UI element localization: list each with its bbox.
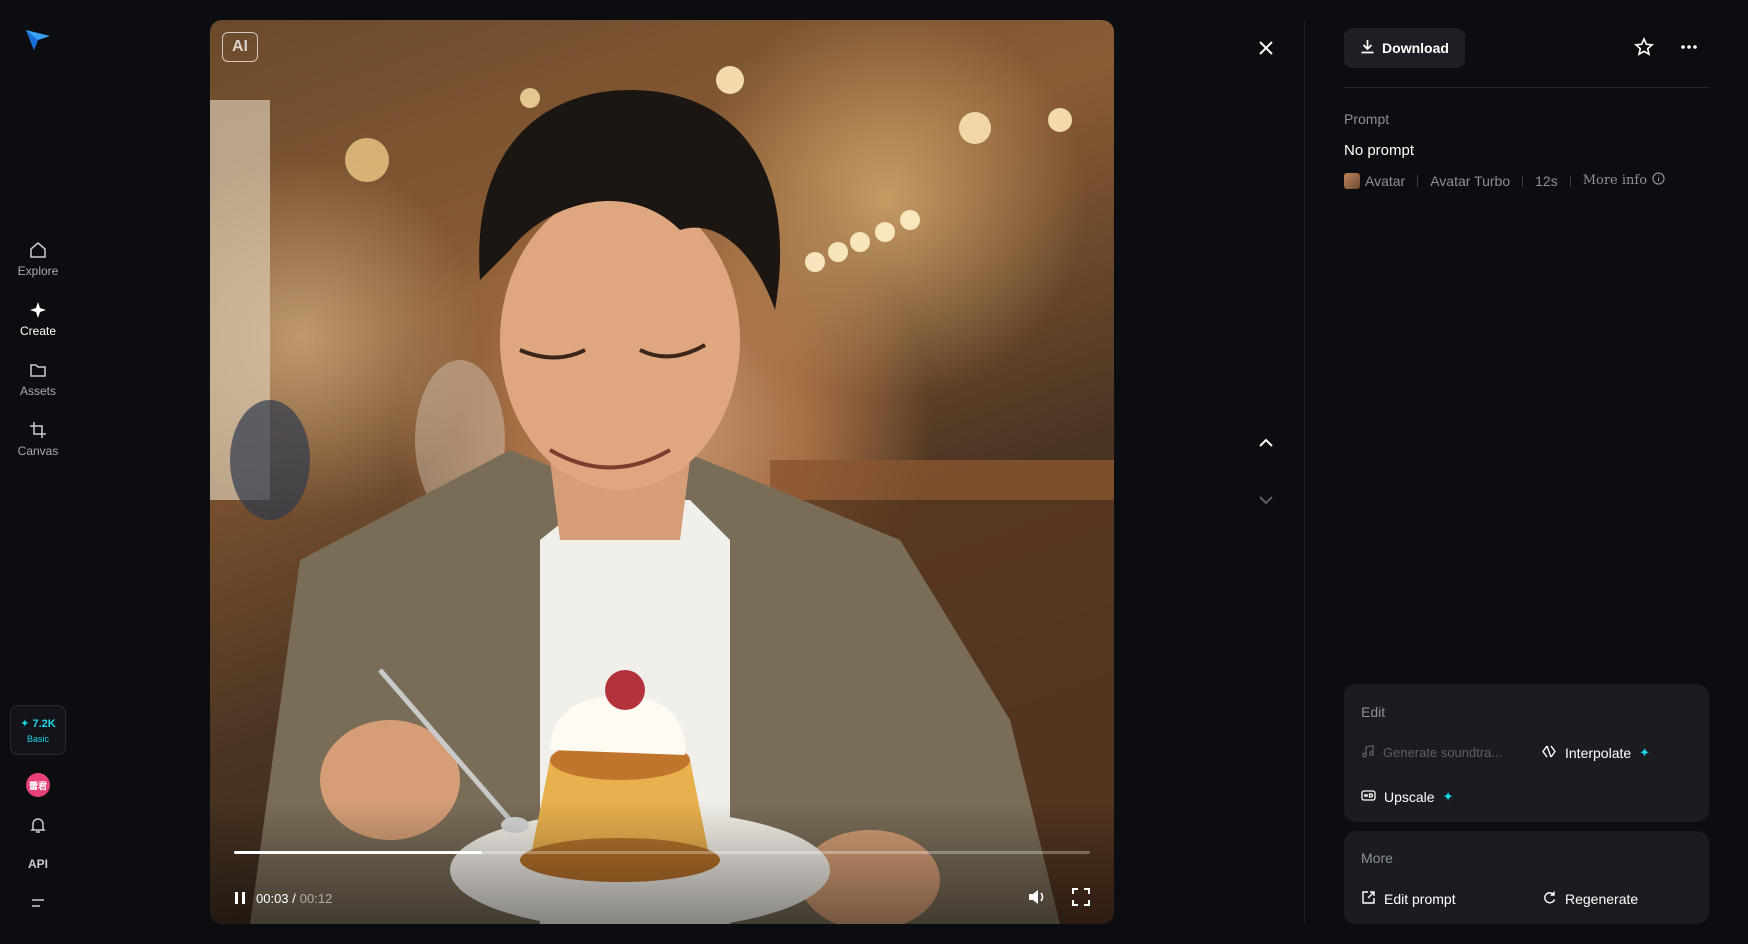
progress-fill [234,851,483,854]
nav-assets-label: Assets [19,384,56,398]
total-time: 00:12 [299,890,333,906]
progress-bar[interactable] [234,851,1090,854]
folder-icon [28,360,48,380]
ai-generated-badge: AI [222,32,258,62]
panel-divider [1304,20,1305,924]
music-note-icon [1361,744,1375,761]
pause-icon[interactable] [230,888,250,908]
upscale-button[interactable]: Upscale ✦ [1361,788,1454,806]
prompt-label: Prompt [1344,111,1390,127]
edit-prompt-label: Edit prompt [1384,891,1456,907]
fullscreen-icon[interactable] [1070,886,1092,908]
download-icon [1360,39,1375,57]
download-label: Download [1382,40,1449,56]
nav-canvas[interactable]: Canvas [0,420,76,472]
meta-separator [1522,174,1524,187]
regenerate-label: Regenerate [1565,891,1639,907]
home-icon [28,240,48,260]
interpolate-icon [1542,744,1557,762]
generation-meta: Avatar Avatar Turbo 12s More info [1344,172,1665,189]
sidebar: Explore Create Assets Canvas ✦ 7.2K Basi… [0,0,76,944]
regenerate-icon [1542,890,1557,908]
video-frame [210,66,1114,924]
playback-controls: 00:03 / 00:12 [230,886,332,910]
meta-separator [1569,174,1571,187]
sparkle-icon: ✦ [1639,745,1651,760]
more-card: More Edit prompt Regenerate [1344,831,1709,924]
download-button[interactable]: Download [1344,28,1465,68]
volume-icon[interactable] [1026,886,1048,908]
user-initials: 蕾君 [28,780,47,791]
meta-separator [1417,174,1419,187]
meta-duration: 12s [1535,172,1558,189]
nav-explore-label: Explore [17,264,59,278]
hd-icon [1361,788,1376,806]
user-avatar[interactable]: 蕾君 [26,773,50,797]
nav-create-label: Create [19,324,57,338]
generate-soundtrack-label: Generate soundtra... [1383,745,1503,760]
meta-model: Avatar Turbo [1430,172,1511,189]
generate-soundtrack-button[interactable]: Generate soundtra... [1361,744,1502,761]
credits-amount: ✦ 7.2K [20,717,56,730]
plan-label: Basic [26,733,49,744]
app-logo[interactable] [24,26,52,54]
more-options-icon[interactable] [1675,33,1703,61]
menu-icon[interactable] [28,893,48,913]
chevron-up-icon[interactable] [1252,429,1280,457]
nav-canvas-label: Canvas [17,444,59,458]
api-link[interactable]: API [22,857,54,871]
close-icon[interactable] [1252,34,1280,62]
nav-assets[interactable]: Assets [0,360,76,412]
sparkle-icon [28,300,48,320]
nav-explore[interactable]: Explore [0,240,76,292]
sparkle-icon: ✦ [1442,789,1454,804]
prompt-value: No prompt [1344,142,1415,159]
nav-create[interactable]: Create [0,300,76,352]
meta-type: Avatar [1365,172,1406,189]
edit-icon [1361,890,1376,908]
edit-prompt-button[interactable]: Edit prompt [1361,890,1456,908]
info-icon [1652,172,1665,189]
video-player[interactable]: AI 00:03 / 00:12 [210,20,1114,924]
bell-icon[interactable] [28,815,48,835]
crop-icon [28,420,48,440]
more-title: More [1361,850,1393,866]
avatar-thumbnail [1344,172,1360,189]
credits-badge[interactable]: ✦ 7.2K Basic [10,705,66,755]
star-icon[interactable] [1630,33,1658,61]
chevron-down-icon[interactable] [1252,486,1280,514]
upscale-label: Upscale [1384,789,1435,805]
current-time: 00:03 / [256,890,296,906]
regenerate-button[interactable]: Regenerate [1542,890,1638,908]
edit-card: Edit Generate soundtra... Interpolate ✦ … [1344,684,1709,822]
interpolate-label: Interpolate [1565,745,1632,761]
edit-title: Edit [1361,704,1386,720]
panel-separator [1344,87,1709,88]
more-info-label: More info [1582,173,1648,188]
interpolate-button[interactable]: Interpolate ✦ [1542,744,1650,762]
more-info-link[interactable]: More info [1583,172,1665,189]
